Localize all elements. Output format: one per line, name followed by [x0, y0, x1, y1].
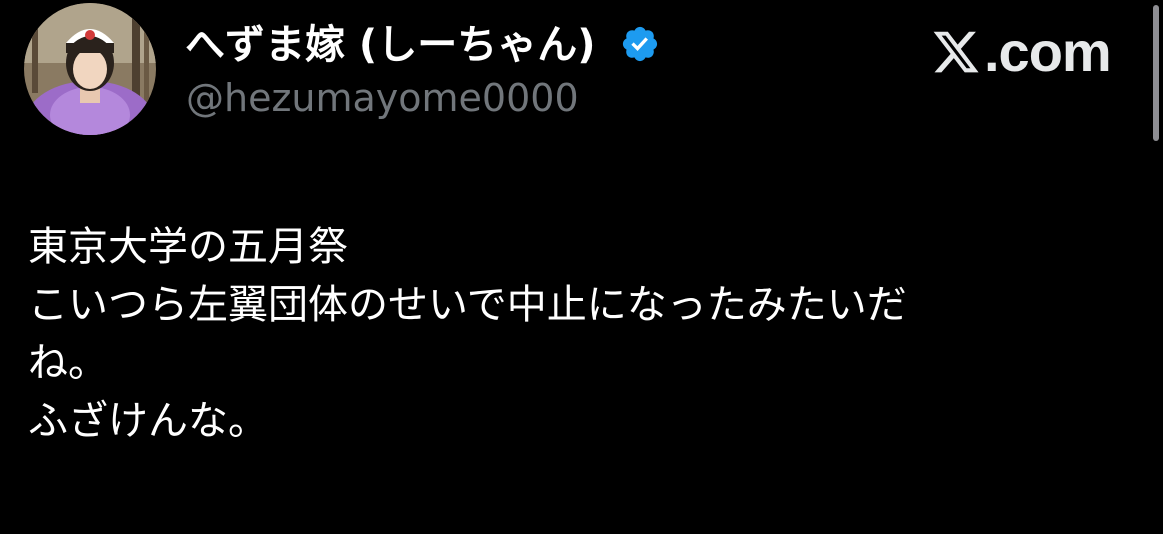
- profile-photo: [24, 3, 156, 135]
- brand-domain-label: .com: [984, 20, 1112, 83]
- tweet-text-line: こいつら左翼団体のせいで中止になったみたいだ: [28, 282, 907, 328]
- x-logo-icon: [933, 31, 979, 73]
- tweet-text-line: ね。: [28, 340, 108, 386]
- brand-mark: .com: [930, 20, 1112, 83]
- tweet-text-line: ふざけんな。: [28, 398, 268, 444]
- verified-badge-icon: [620, 24, 660, 64]
- tweet-text-line: 東京大学の五月祭: [28, 224, 348, 270]
- avatar[interactable]: [24, 3, 156, 135]
- user-handle[interactable]: @hezumayome0000: [186, 74, 579, 122]
- scrollbar[interactable]: [1153, 5, 1159, 141]
- tweet-text: 東京大学の五月祭 こいつら左翼団体のせいで中止になったみたいだ ね。 ふざけんな…: [28, 218, 1128, 450]
- display-name[interactable]: へずま嫁 (しーちゃん): [185, 18, 596, 72]
